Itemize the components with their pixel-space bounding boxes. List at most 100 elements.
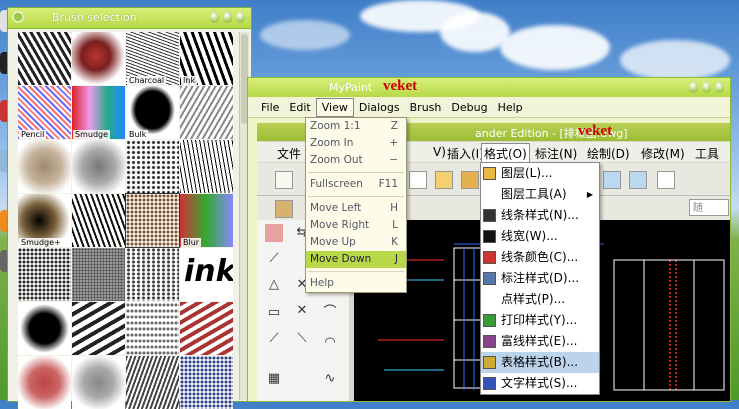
format-menu-item[interactable]: 图层工具(A) ▶ bbox=[481, 184, 599, 205]
brush-thumbnail[interactable] bbox=[126, 356, 179, 409]
brush-thumbnail[interactable]: Pencil bbox=[18, 86, 71, 139]
brush-thumbnail[interactable]: Charcoal bbox=[126, 32, 179, 85]
view-menu-item[interactable]: Help bbox=[306, 275, 406, 292]
brush-thumbnail[interactable] bbox=[180, 302, 233, 355]
format-menu-item[interactable]: 线宽(W)... bbox=[481, 226, 599, 247]
brush-thumbnail[interactable]: Blur bbox=[180, 194, 233, 247]
cad-menu-item[interactable]: 修改(M) bbox=[641, 145, 685, 162]
menu-brush[interactable]: Brush bbox=[405, 99, 447, 116]
brush-thumbnail[interactable] bbox=[126, 302, 179, 355]
format-menu-item[interactable]: 富线样式(E)... bbox=[481, 331, 599, 352]
view-menu-item[interactable]: Zoom 1:1 Z bbox=[306, 118, 406, 135]
format-menu-item[interactable]: 图层(L)... bbox=[481, 163, 599, 184]
zoom-window-icon[interactable] bbox=[629, 171, 647, 189]
menu-edit[interactable]: Edit bbox=[284, 99, 315, 116]
brush-thumbnail[interactable] bbox=[72, 140, 125, 193]
menu-help[interactable]: Help bbox=[493, 99, 528, 116]
format-menu-item[interactable]: 打印样式(Y)... bbox=[481, 310, 599, 331]
triangle-icon[interactable]: △ bbox=[265, 276, 283, 294]
cad-menu-item[interactable]: 插入(I) bbox=[447, 145, 484, 162]
polyline-icon[interactable]: ⌒ bbox=[321, 304, 339, 322]
format-menu-item[interactable]: 文字样式(S)... bbox=[481, 373, 599, 394]
brush-thumbnail[interactable] bbox=[72, 32, 125, 85]
sky-cloud bbox=[500, 25, 610, 70]
line-icon[interactable]: ⟍ bbox=[293, 330, 311, 348]
brush-thumbnail[interactable] bbox=[18, 32, 71, 85]
window-controls bbox=[689, 81, 724, 93]
brush-label: Smudge+ bbox=[19, 238, 63, 247]
mypaint-titlebar[interactable]: MyPaint bbox=[248, 78, 730, 97]
line-icon[interactable]: ⟋ bbox=[265, 330, 283, 348]
menu-item-label: 线条样式(N)... bbox=[501, 208, 579, 222]
cad-menu-item[interactable]: 绘制(D) bbox=[587, 145, 630, 162]
format-menu-item[interactable]: 线条颜色(C)... bbox=[481, 247, 599, 268]
menu-debug[interactable]: Debug bbox=[446, 99, 492, 116]
brush-thumbnail[interactable] bbox=[126, 140, 179, 193]
menu-view[interactable]: View bbox=[315, 97, 354, 117]
scissors-icon[interactable] bbox=[409, 171, 427, 189]
format-menu-item[interactable]: 点样式(P)... bbox=[481, 289, 599, 310]
minimize-icon[interactable] bbox=[210, 11, 219, 23]
view-menu-item[interactable]: Move Down J bbox=[306, 251, 406, 268]
view-menu-item[interactable]: Move Right L bbox=[306, 217, 406, 234]
brush-thumbnail[interactable]: Smudge+ bbox=[18, 194, 71, 247]
brush-thumbnail[interactable] bbox=[180, 356, 233, 409]
brush-thumbnail[interactable] bbox=[18, 356, 71, 409]
menu-item-label: Zoom 1:1 bbox=[310, 120, 361, 132]
brush-thumbnail[interactable] bbox=[72, 356, 125, 409]
text-icon[interactable] bbox=[657, 171, 675, 189]
menu-file[interactable]: File bbox=[256, 99, 284, 116]
format-menu-item[interactable]: 表格样式(B)... bbox=[481, 352, 599, 373]
brush-thumbnail[interactable] bbox=[125, 193, 180, 248]
cad-menu-item[interactable]: V) bbox=[433, 145, 446, 159]
close-icon[interactable] bbox=[12, 11, 24, 23]
brush-thumbnail[interactable] bbox=[18, 302, 71, 355]
menu-item-label: 打印样式(Y)... bbox=[501, 313, 578, 327]
menu-item-label: Move Left bbox=[310, 202, 362, 214]
layer-dropdown[interactable]: 随 bbox=[689, 199, 729, 216]
format-menu-item[interactable]: 标注样式(D)... bbox=[481, 268, 599, 289]
view-menu-item[interactable]: Move Left H bbox=[306, 200, 406, 217]
view-menu-item[interactable]: Zoom In + bbox=[306, 135, 406, 152]
arc-icon[interactable]: ◠ bbox=[321, 334, 339, 352]
line-icon[interactable]: ⟋ bbox=[265, 250, 283, 268]
cad-menu-item[interactable]: 工具 bbox=[695, 145, 719, 162]
brush-thumbnail[interactable] bbox=[18, 248, 71, 301]
copy-icon[interactable] bbox=[435, 171, 453, 189]
cad-menu-item[interactable]: 格式(O) bbox=[481, 143, 530, 164]
spline-icon[interactable]: ∿ bbox=[321, 370, 339, 388]
format-menu-item[interactable]: 线条样式(N)... bbox=[481, 205, 599, 226]
brush-window-titlebar[interactable]: Brush selection bbox=[8, 8, 251, 29]
brush-thumbnail[interactable] bbox=[72, 248, 125, 301]
brush-thumbnail[interactable] bbox=[72, 302, 125, 355]
menu-dialogs[interactable]: Dialogs bbox=[354, 99, 405, 116]
view-menu-item[interactable]: Move Up K bbox=[306, 234, 406, 251]
brush-thumbnail[interactable] bbox=[18, 140, 71, 193]
brush-thumbnail[interactable] bbox=[72, 194, 125, 247]
cross-icon[interactable]: ✕ bbox=[293, 302, 311, 320]
brush-thumbnail[interactable] bbox=[126, 248, 179, 301]
close-icon[interactable] bbox=[715, 81, 724, 93]
brush-thumbnail[interactable]: Bulk bbox=[126, 86, 179, 139]
brush-thumbnail[interactable]: Ink bbox=[180, 32, 233, 85]
brush-thumbnail[interactable]: ink bbox=[180, 248, 233, 301]
maximize-icon[interactable] bbox=[223, 11, 232, 23]
cad-menu-item[interactable]: 文件 bbox=[277, 145, 301, 162]
eraser-icon[interactable] bbox=[265, 224, 283, 242]
minimize-icon[interactable] bbox=[689, 81, 698, 93]
view-menu-item[interactable]: Zoom Out − bbox=[306, 152, 406, 169]
brush-thumbnail[interactable] bbox=[180, 140, 233, 193]
cad-menu-item[interactable]: 标注(N) bbox=[535, 145, 577, 162]
close-icon[interactable] bbox=[236, 11, 245, 23]
new-file-icon[interactable] bbox=[275, 171, 293, 189]
paste-icon[interactable] bbox=[461, 171, 479, 189]
brush-thumbnail[interactable] bbox=[180, 86, 233, 139]
eraser-icon[interactable] bbox=[275, 200, 293, 218]
view-menu-item[interactable]: Fullscreen F11 bbox=[306, 176, 406, 193]
maximize-icon[interactable] bbox=[702, 81, 711, 93]
menu-item-label: 线条颜色(C)... bbox=[501, 250, 579, 264]
rectangle-icon[interactable]: ▭ bbox=[265, 304, 283, 322]
zoom-icon[interactable] bbox=[603, 171, 621, 189]
grid-icon[interactable]: ▦ bbox=[265, 370, 283, 388]
brush-thumbnail[interactable]: Smudge bbox=[72, 86, 125, 139]
